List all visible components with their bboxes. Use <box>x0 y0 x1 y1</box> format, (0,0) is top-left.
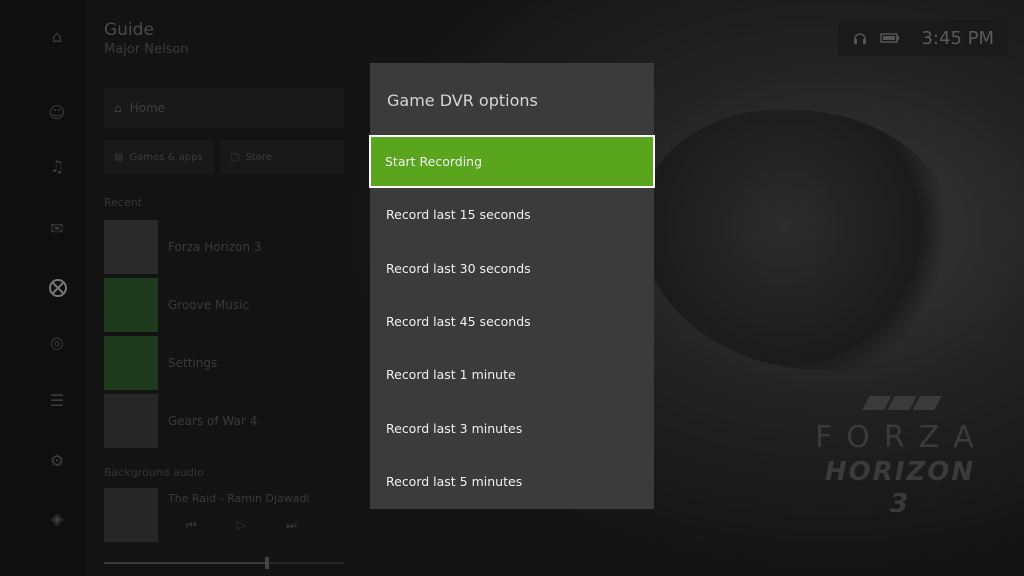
guide-home-label: Home <box>129 101 166 115</box>
guide-username: Major Nelson <box>104 42 189 57</box>
record-last-45-seconds-option[interactable]: Record last 45 seconds <box>370 295 654 348</box>
record-last-5-minutes-option[interactable]: Record last 5 minutes <box>370 455 654 508</box>
playback-progress-knob[interactable] <box>265 557 270 569</box>
recent-item-label: Gears of War 4 <box>168 414 258 428</box>
guide-rail: ⌂ ☺ ♫ ✉ ◎ ☰ ⚙ ◈ <box>0 0 86 576</box>
now-playing: The Raid - Ramin Djawadi <box>104 488 344 544</box>
play-icon[interactable]: ▷ <box>237 518 246 533</box>
headset-icon <box>854 33 866 44</box>
rail-party-icon[interactable]: ♫ <box>48 158 66 176</box>
forza-horizon-logo: ▰▰▰ FORZA HORIZON 3 <box>815 380 985 520</box>
store-label: Store <box>245 151 272 163</box>
recent-header: Recent <box>104 196 143 209</box>
gears-tile <box>104 394 158 448</box>
now-playing-song: The Raid - Ramin Djawadi <box>168 492 310 505</box>
forza-logo-mark: ▰▰▰ <box>862 378 942 422</box>
forza-tile <box>104 220 158 274</box>
guide-panel: Guide Major Nelson ⌂ Home ▤ Games & apps… <box>86 0 354 576</box>
album-art <box>104 488 158 542</box>
rail-settings-icon[interactable]: ◈ <box>48 510 66 528</box>
rail-achievements-icon[interactable]: ☰ <box>48 392 66 410</box>
store-button[interactable]: ▢ Store <box>220 140 344 174</box>
record-last-1-minute-option[interactable]: Record last 1 minute <box>370 348 654 401</box>
games-apps-icon: ▤ <box>114 151 124 163</box>
battery-icon <box>880 33 899 43</box>
home-icon: ⌂ <box>114 101 122 115</box>
record-last-3-minutes-option[interactable]: Record last 3 minutes <box>370 401 654 454</box>
xbox-logo-icon[interactable] <box>48 278 68 298</box>
guide-title: Guide <box>104 20 154 40</box>
start-recording-option[interactable]: Start Recording <box>369 135 655 189</box>
rail-home-icon[interactable]: ⌂ <box>48 28 66 46</box>
recent-item[interactable]: Gears of War 4 <box>104 394 344 448</box>
playback-progress-fill <box>104 562 268 564</box>
status-bar: 3:45 PM <box>838 20 1008 56</box>
settings-tile <box>104 336 158 390</box>
rail-system-icon[interactable]: ⚙ <box>48 452 66 470</box>
groove-music-tile <box>104 278 158 332</box>
next-track-icon[interactable]: ⏭ <box>286 518 297 533</box>
record-last-15-seconds-option[interactable]: Record last 15 seconds <box>370 188 654 241</box>
recent-item[interactable]: Forza Horizon 3 <box>104 220 344 274</box>
clock: 3:45 PM <box>921 27 994 49</box>
games-apps-button[interactable]: ▤ Games & apps <box>104 140 214 174</box>
dvr-options-menu: Start Recording Record last 15 seconds R… <box>369 135 655 508</box>
recent-item-label: Forza Horizon 3 <box>168 240 262 254</box>
recent-item[interactable]: Groove Music <box>104 278 344 332</box>
recent-item-label: Groove Music <box>168 298 250 312</box>
record-last-30-seconds-option[interactable]: Record last 30 seconds <box>370 242 654 295</box>
rail-people-icon[interactable]: ☺ <box>48 104 66 122</box>
guide-home-button[interactable]: ⌂ Home <box>104 88 344 128</box>
playback-controls: ⏮ ▷ ⏭ <box>186 518 297 533</box>
game-logo-line2: HORIZON 3 <box>824 457 976 519</box>
game-logo-line1: FORZA <box>815 420 988 455</box>
rail-broadcast-icon[interactable]: ◎ <box>48 334 66 352</box>
store-icon: ▢ <box>230 151 240 163</box>
game-dvr-dialog: Game DVR options Start Recording Record … <box>369 63 655 509</box>
recent-item[interactable]: Settings <box>104 336 344 390</box>
recent-item-label: Settings <box>168 356 218 370</box>
now-playing-header: Background audio <box>104 466 204 479</box>
previous-track-icon[interactable]: ⏮ <box>186 518 197 533</box>
rail-messages-icon[interactable]: ✉ <box>48 220 66 238</box>
playback-progress[interactable] <box>104 557 344 569</box>
dialog-title: Game DVR options <box>387 91 538 110</box>
games-apps-label: Games & apps <box>129 151 203 163</box>
